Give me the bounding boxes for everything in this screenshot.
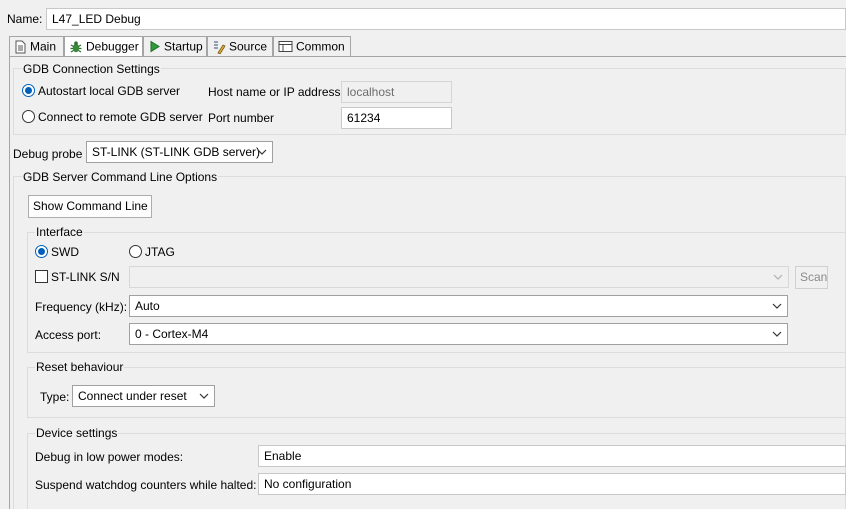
chevron-down-icon <box>772 331 782 337</box>
swd-radio[interactable] <box>35 245 48 258</box>
remote-label: Connect to remote GDB server <box>38 110 203 124</box>
tab-startup[interactable]: Startup <box>143 36 207 57</box>
debug-probe-select[interactable]: ST-LINK (ST-LINK GDB server) <box>86 141 273 163</box>
access-port-label: Access port: <box>35 328 102 342</box>
debug-probe-value: ST-LINK (ST-LINK GDB server) <box>92 145 261 159</box>
frequency-label: Frequency (kHz): <box>35 300 128 314</box>
tab-main[interactable]: Main <box>9 36 64 57</box>
access-port-select[interactable]: 0 - Cortex-M4 <box>129 323 788 345</box>
watchdog-value: No configuration <box>264 477 352 491</box>
tab-debugger[interactable]: Debugger <box>64 36 143 57</box>
reset-type-select[interactable]: Connect under reset <box>72 385 215 407</box>
chevron-down-icon <box>257 149 267 155</box>
low-power-label: Debug in low power modes: <box>35 450 184 464</box>
chevron-down-icon <box>199 393 209 399</box>
tab-label: Startup <box>164 39 203 54</box>
watchdog-label: Suspend watchdog counters while halted: <box>35 478 257 492</box>
tab-common[interactable]: Common <box>273 36 351 57</box>
jtag-radio[interactable] <box>129 245 142 258</box>
interface-title: Interface <box>35 224 84 240</box>
chevron-down-icon <box>772 303 782 309</box>
reset-type-value: Connect under reset <box>78 389 187 403</box>
debug-probe-label: Debug probe <box>13 147 83 161</box>
port-input[interactable]: 61234 <box>341 107 452 129</box>
tab-label: Debugger <box>86 39 139 54</box>
host-input[interactable]: localhost <box>341 81 452 103</box>
name-label: Name: <box>7 12 43 26</box>
server-options-title: GDB Server Command Line Options <box>22 169 219 185</box>
low-power-value: Enable <box>264 449 302 463</box>
document-icon <box>15 40 26 54</box>
show-command-line-button[interactable]: Show Command Line <box>28 195 152 218</box>
frequency-value: Auto <box>135 299 160 313</box>
jtag-label: JTAG <box>145 245 175 259</box>
play-icon <box>150 40 160 53</box>
device-settings-title: Device settings <box>35 425 119 441</box>
stlink-sn-select[interactable] <box>129 266 789 288</box>
bug-icon <box>70 41 82 53</box>
autostart-radio[interactable] <box>22 84 35 97</box>
autostart-label: Autostart local GDB server <box>38 84 181 98</box>
access-port-value: 0 - Cortex-M4 <box>135 327 209 341</box>
scan-button[interactable]: Scan <box>795 266 828 289</box>
port-label: Port number <box>208 111 275 125</box>
watchdog-select[interactable]: No configuration <box>258 473 846 495</box>
source-icon <box>214 41 226 54</box>
tab-source[interactable]: Source <box>207 36 273 57</box>
low-power-select[interactable]: Enable <box>258 445 846 467</box>
swd-label: SWD <box>51 245 79 259</box>
stlink-sn-checkbox[interactable] <box>35 270 48 283</box>
reset-title: Reset behaviour <box>35 359 125 375</box>
tab-label: Source <box>229 39 268 54</box>
tab-label: Main <box>30 39 57 54</box>
reset-type-label: Type: <box>40 390 70 404</box>
frequency-select[interactable]: Auto <box>129 295 788 317</box>
host-label: Host name or IP address <box>208 85 341 99</box>
table-icon <box>278 41 293 53</box>
name-input[interactable]: L47_LED Debug <box>46 8 846 30</box>
stlink-sn-label: ST-LINK S/N <box>51 270 120 284</box>
tab-label: Common <box>296 39 345 54</box>
remote-radio[interactable] <box>22 110 35 123</box>
gdb-connection-title: GDB Connection Settings <box>22 61 161 77</box>
chevron-down-icon <box>773 274 783 280</box>
